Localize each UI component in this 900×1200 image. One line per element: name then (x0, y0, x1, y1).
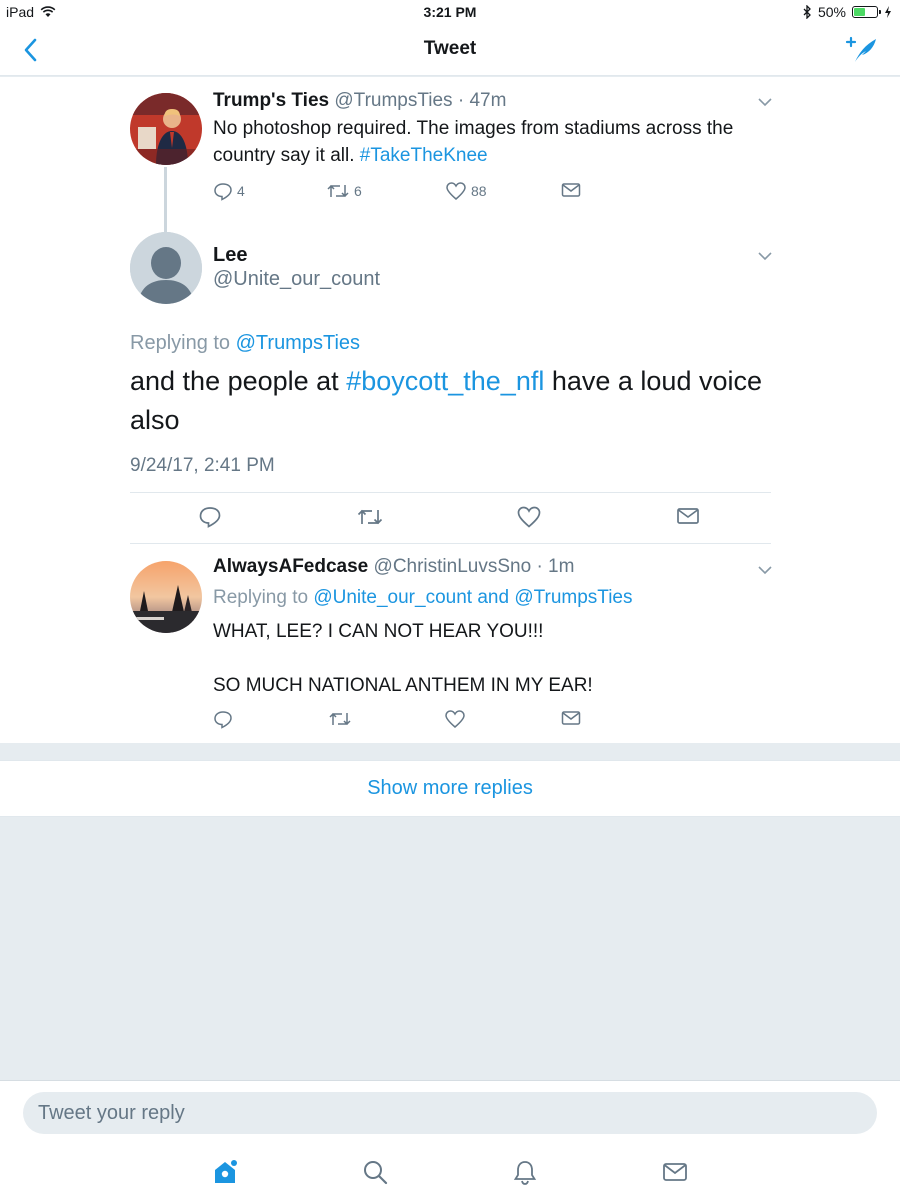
retweet-button[interactable] (328, 709, 352, 729)
tweet-text-line-2: SO MUCH NATIONAL ANTHEM IN MY EAR! (213, 675, 593, 696)
mention-link[interactable]: @TrumpsTies (236, 332, 360, 354)
bluetooth-icon (803, 5, 811, 19)
avatar[interactable] (130, 232, 202, 304)
replying-to-label: Replying to (213, 587, 314, 608)
tweet-text: and the people at #boycott_the_nfl have … (130, 362, 790, 440)
chevron-down-icon[interactable] (756, 561, 774, 579)
charging-icon (885, 6, 891, 18)
tab-messages[interactable] (660, 1157, 690, 1187)
retweet-icon (357, 509, 383, 525)
tweet-text-line-1: WHAT, LEE? I CAN NOT HEAR YOU!!! (213, 621, 544, 642)
heart-icon (445, 710, 465, 728)
default-avatar-icon (130, 232, 202, 304)
focused-tweet-actions (130, 493, 771, 543)
avatar[interactable] (130, 561, 202, 633)
avatar-photo (130, 561, 202, 633)
status-bar: iPad 3:21 PM 50% (0, 0, 900, 24)
tweet-time: · 1m (536, 556, 575, 577)
focused-tweet: Lee @Unite_our_count Replying to @Trumps… (0, 77, 900, 547)
reply-composer (0, 1080, 900, 1200)
tweet-timestamp: 9/24/17, 2:41 PM (130, 455, 275, 476)
reply-icon (214, 711, 232, 729)
reply-tweet[interactable]: AlwaysAFedcase @ChristinLuvsSno · 1m Rep… (0, 547, 900, 743)
like-button[interactable] (516, 505, 542, 534)
page-title: Tweet (423, 38, 477, 59)
notifications-icon (513, 1161, 537, 1185)
message-button[interactable] (676, 505, 700, 532)
message-button[interactable] (561, 709, 581, 727)
retweet-icon (329, 712, 351, 726)
hashtag-link[interactable]: #boycott_the_nfl (346, 366, 544, 396)
tab-search[interactable] (360, 1157, 390, 1187)
compose-tweet-icon (845, 36, 876, 62)
mail-icon (561, 711, 581, 725)
compose-tweet-button[interactable] (842, 34, 882, 66)
status-time: 3:21 PM (423, 4, 477, 20)
show-more-replies-button[interactable]: Show more replies (0, 760, 900, 817)
reply-button[interactable] (198, 505, 222, 534)
chevron-down-icon[interactable] (756, 247, 774, 265)
like-button[interactable] (444, 709, 466, 729)
heart-icon (517, 506, 541, 528)
replying-to: Replying to @Unite_our_count and @Trumps… (213, 584, 783, 611)
tweet-actions (213, 709, 613, 733)
replying-to: Replying to @TrumpsTies (130, 332, 360, 355)
battery-icon (852, 6, 881, 18)
home-icon (215, 1160, 237, 1183)
author-name[interactable]: AlwaysAFedcase (213, 556, 368, 577)
reply-input[interactable] (23, 1092, 877, 1134)
conversation-panel: Trump's Ties @TrumpsTies · 47m No photos… (0, 77, 900, 743)
nav-bar: Tweet (0, 24, 900, 76)
battery-level (854, 8, 865, 16)
author-handle[interactable]: @ChristinLuvsSno (374, 556, 532, 577)
author-handle[interactable]: @Unite_our_count (213, 268, 380, 291)
reply-button[interactable] (213, 709, 233, 729)
reply-icon (199, 507, 221, 528)
tab-notifications[interactable] (510, 1157, 540, 1187)
tweet-body-start: and the people at (130, 366, 347, 396)
replying-to-label: Replying to (130, 332, 236, 354)
mail-icon (677, 508, 699, 524)
mention-link[interactable]: @Unite_our_count and @TrumpsTies (313, 587, 632, 608)
divider (130, 543, 771, 544)
battery-percent: 50% (817, 4, 846, 20)
messages-icon (663, 1163, 687, 1181)
tab-home[interactable] (210, 1157, 240, 1187)
search-icon (364, 1161, 388, 1185)
tab-bar (0, 1157, 900, 1187)
author-name[interactable]: Lee (213, 244, 247, 267)
retweet-button[interactable] (356, 505, 384, 534)
